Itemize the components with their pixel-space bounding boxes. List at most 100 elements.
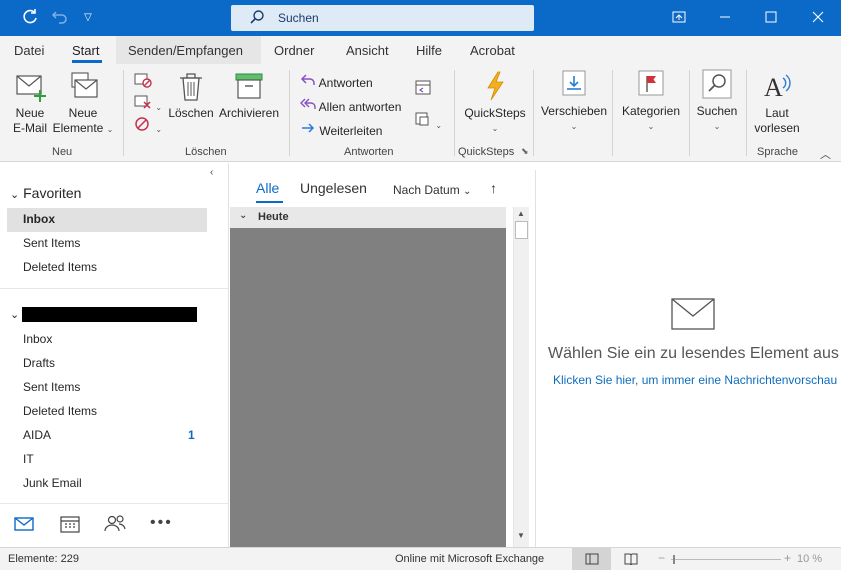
group-header-label: Heute bbox=[258, 211, 289, 223]
find-button[interactable]: Suchen ⌄ bbox=[693, 68, 741, 134]
chevron-down-icon: ⌄ bbox=[155, 103, 163, 112]
title-bar: ▽ Suchen bbox=[0, 0, 841, 36]
scroll-up-icon[interactable]: ▲ bbox=[517, 209, 525, 218]
junk-button[interactable]: ⌄ bbox=[134, 116, 162, 135]
archive-label: Archivieren bbox=[218, 106, 280, 120]
find-label: Suchen bbox=[696, 104, 738, 118]
sync-icon[interactable] bbox=[20, 8, 40, 28]
chevron-down-icon: ⌄ bbox=[155, 125, 163, 134]
favorite-inbox[interactable]: Inbox bbox=[23, 212, 55, 226]
folder-deleted-items[interactable]: Deleted Items bbox=[23, 404, 97, 418]
tab-hilfe[interactable]: Hilfe bbox=[416, 43, 442, 58]
preview-link[interactable]: Klicken Sie hier, um immer eine Nachrich… bbox=[553, 373, 841, 387]
account-name-redacted[interactable] bbox=[22, 307, 197, 322]
tab-ordner[interactable]: Ordner bbox=[274, 43, 314, 58]
reply-all-button[interactable]: Allen antworten bbox=[300, 97, 401, 114]
customize-toolbar-icon[interactable]: ▽ bbox=[78, 8, 98, 28]
unread-count-badge: 1 bbox=[188, 428, 195, 442]
new-items-button[interactable]: Neue Elemente ⌄ bbox=[52, 70, 114, 137]
sort-dropdown[interactable]: Nach Datum ⌄ bbox=[393, 183, 471, 197]
search-placeholder: Suchen bbox=[278, 11, 319, 25]
folder-it[interactable]: IT bbox=[23, 452, 34, 466]
categorize-label: Kategorien bbox=[621, 104, 681, 118]
categorize-button[interactable]: Kategorien ⌄ bbox=[618, 68, 684, 134]
move-label: Verschieben bbox=[540, 104, 608, 118]
folder-sent-items[interactable]: Sent Items bbox=[23, 380, 80, 394]
zoom-out-icon[interactable]: − bbox=[658, 551, 665, 565]
meeting-button[interactable] bbox=[414, 78, 432, 99]
favorite-deleted-items[interactable]: Deleted Items bbox=[23, 260, 97, 274]
trash-icon bbox=[180, 73, 202, 101]
group-separator bbox=[289, 70, 290, 156]
favorite-sent-items[interactable]: Sent Items bbox=[23, 236, 80, 250]
filter-tab-unread[interactable]: Ungelesen bbox=[300, 180, 367, 196]
collapse-ribbon-icon[interactable]: ︿ bbox=[820, 146, 831, 162]
filter-tab-all[interactable]: Alle bbox=[256, 180, 279, 196]
move-button[interactable]: Verschieben ⌄ bbox=[540, 68, 608, 134]
archive-button[interactable]: Archivieren bbox=[216, 70, 282, 121]
message-items-redacted[interactable] bbox=[230, 228, 506, 547]
delete-button[interactable]: Löschen bbox=[168, 70, 214, 121]
folder-drafts[interactable]: Drafts bbox=[23, 356, 55, 370]
move-folder-icon bbox=[562, 70, 586, 96]
message-list: Alle Ungelesen Nach Datum ⌄ ↑ ⌄ Heute ▲ … bbox=[230, 170, 529, 547]
new-email-button[interactable]: Neue E-Mail bbox=[8, 70, 52, 136]
dialog-launcher-icon[interactable]: ⬊ bbox=[521, 146, 529, 157]
active-tab-indicator bbox=[72, 60, 102, 63]
quicksteps-button[interactable]: QuickSteps ⌄ bbox=[462, 70, 528, 136]
zoom-slider[interactable] bbox=[671, 559, 781, 560]
envelope-icon bbox=[671, 298, 715, 333]
sort-direction-icon[interactable]: ↑ bbox=[490, 180, 497, 196]
zoom-slider-thumb[interactable] bbox=[673, 555, 675, 564]
favorites-header[interactable]: ⌄ Favoriten bbox=[10, 185, 81, 201]
tab-senden-empfangen[interactable]: Senden/Empfangen bbox=[128, 43, 243, 58]
reply-button[interactable]: Antworten bbox=[300, 73, 373, 90]
search-box[interactable]: Suchen bbox=[231, 5, 534, 31]
reading-view-icon[interactable] bbox=[624, 553, 638, 568]
cleanup-button[interactable]: ⌄ bbox=[134, 94, 162, 113]
undo-icon[interactable] bbox=[50, 8, 70, 28]
module-nav-bar: ••• bbox=[0, 503, 229, 547]
chevron-down-icon: ⌄ bbox=[239, 210, 248, 221]
more-respond-button[interactable]: ⌄ bbox=[414, 110, 442, 131]
forward-label: Weiterleiten bbox=[319, 124, 383, 138]
reply-all-icon bbox=[300, 98, 316, 114]
scrollbar-thumb[interactable] bbox=[515, 221, 528, 239]
folder-junk-email[interactable]: Junk Email bbox=[23, 476, 82, 490]
group-header-today[interactable]: ⌄ Heute bbox=[230, 207, 506, 228]
ribbon-display-icon[interactable] bbox=[656, 0, 702, 36]
tab-ansicht[interactable]: Ansicht bbox=[346, 43, 389, 58]
chevron-down-icon: ⌄ bbox=[435, 121, 443, 130]
archive-icon bbox=[235, 73, 263, 99]
favorites-label: Favoriten bbox=[23, 185, 82, 201]
new-email-label-1: Neue bbox=[15, 106, 45, 120]
ignore-button[interactable] bbox=[134, 72, 152, 91]
group-separator bbox=[533, 70, 534, 156]
normal-view-button[interactable] bbox=[572, 548, 611, 570]
chevron-down-icon: ⌄ bbox=[10, 189, 20, 201]
read-aloud-button[interactable]: A Laut vorlesen bbox=[752, 70, 802, 136]
scroll-down-icon[interactable]: ▼ bbox=[517, 531, 525, 540]
new-items-label-1: Neue bbox=[68, 106, 98, 120]
folder-inbox[interactable]: Inbox bbox=[23, 332, 52, 346]
maximize-button[interactable] bbox=[748, 0, 794, 36]
chevron-down-icon[interactable]: ⌄ bbox=[10, 308, 19, 321]
zoom-in-icon[interactable]: + bbox=[784, 551, 791, 565]
collapse-folder-pane-icon[interactable]: ‹ bbox=[210, 167, 213, 178]
forward-button[interactable]: Weiterleiten bbox=[300, 121, 382, 138]
reply-icon bbox=[300, 74, 316, 90]
mail-icon[interactable] bbox=[14, 516, 34, 535]
more-apps-icon[interactable]: ••• bbox=[150, 514, 173, 532]
sort-label: Nach Datum bbox=[393, 183, 460, 197]
tab-acrobat[interactable]: Acrobat bbox=[470, 43, 515, 58]
tab-datei[interactable]: Datei bbox=[14, 43, 44, 58]
close-button[interactable] bbox=[795, 0, 841, 36]
message-list-scrollbar[interactable]: ▲ ▼ bbox=[513, 207, 529, 547]
folder-aida[interactable]: AIDA bbox=[23, 428, 51, 442]
people-icon[interactable] bbox=[104, 514, 126, 535]
group-label-quicksteps: QuickSteps bbox=[458, 146, 515, 158]
read-aloud-label-1: Laut bbox=[765, 106, 789, 120]
tab-start[interactable]: Start bbox=[72, 43, 99, 58]
calendar-icon[interactable] bbox=[60, 515, 80, 536]
minimize-button[interactable] bbox=[702, 0, 748, 36]
